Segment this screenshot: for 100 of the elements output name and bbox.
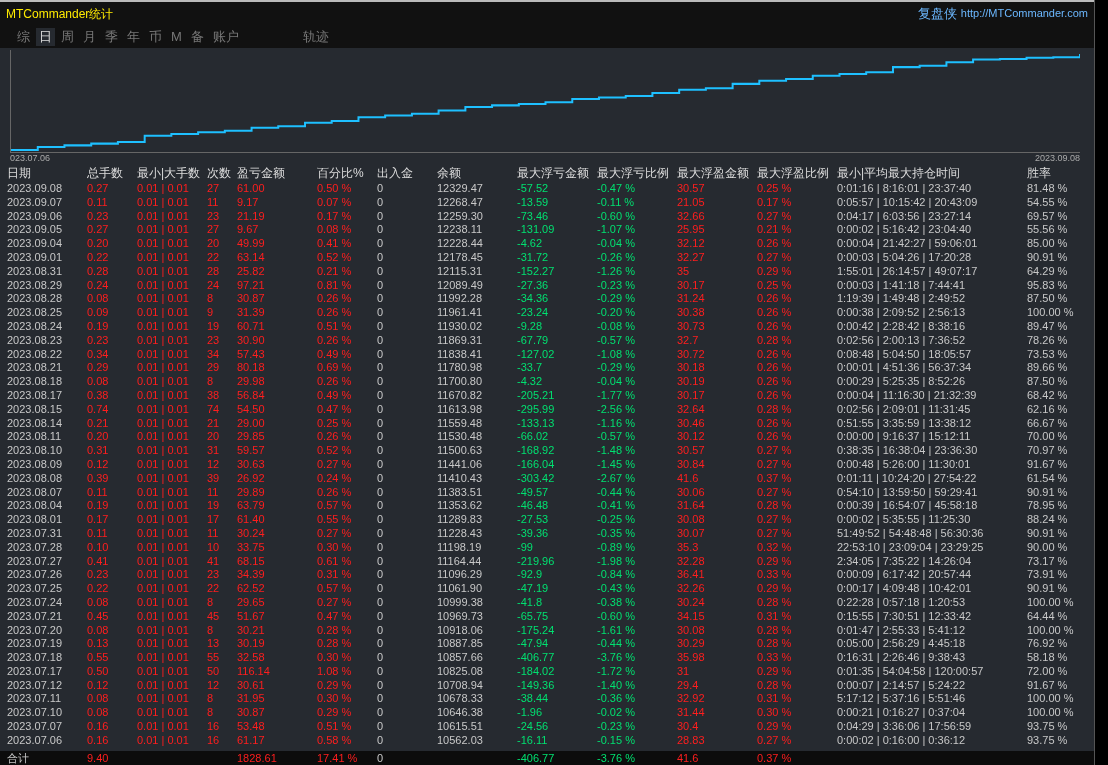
tab[interactable]: 综 [14, 27, 33, 46]
table-cell-text: 41.6 [677, 471, 700, 486]
table-cell-text: 11613.98 [437, 402, 484, 417]
table-cell-text: 0.11 [87, 485, 109, 500]
column-header: 胜率 [1027, 165, 1052, 182]
table-cell-text: 70.97 % [1027, 444, 1069, 458]
table-cell-text: 12 [207, 678, 221, 693]
tab[interactable]: 账户 [209, 27, 242, 46]
table-cell-text: 59.57 [237, 444, 266, 458]
tab[interactable]: 年 [124, 27, 143, 46]
tab[interactable]: 周 [58, 27, 77, 46]
table-cell-text: 2023.07.25 [7, 582, 64, 596]
table-cell-text: 11961.41 [437, 306, 484, 320]
table-cell-text: 2023.09.07 [7, 195, 64, 210]
tab[interactable]: 备 [187, 27, 207, 46]
table-cell-text: 0:00:04 | 11:16:30 | 21:32:39 [837, 388, 978, 403]
table-cell-text: 45 [207, 609, 221, 624]
table-cell-text: 0.27 % [757, 733, 793, 748]
table-cell-text: 11164.44 [437, 554, 483, 569]
table-cell-text: 0:04:29 | 3:36:06 | 17:56:59 [837, 720, 973, 734]
table-cell-text: 90.91 % [1027, 582, 1069, 596]
table-cell-text: 10615.51 [437, 720, 484, 734]
table-cell-text: 51.67 [237, 609, 266, 624]
table-cell-text: 0.01 | 0.01 [137, 209, 190, 224]
table-cell-text: 0.13 [87, 637, 110, 652]
table-cell-text: 0.01 | 0.01 [137, 664, 190, 679]
table-cell-text: -0.25 % [597, 513, 636, 527]
table-cell-text: 0.24 [87, 278, 110, 293]
tab[interactable]: 季 [102, 27, 121, 46]
tab[interactable]: 日 [36, 27, 55, 46]
table-cell-text: 0.01 | 0.01 [137, 347, 190, 362]
table-cell-text: 0.01 | 0.01 [137, 568, 190, 583]
table-cell-text: -57.52 [517, 182, 550, 196]
table-cell-text: 0 [377, 706, 385, 721]
table-cell-text: 0:00:02 | 0:16:00 | 0:36:12 [837, 733, 967, 748]
table-cell-text: 12329.47 [437, 182, 484, 196]
table-cell-text: 11096.29 [437, 568, 484, 583]
table-cell-text: 80.18 [237, 361, 266, 376]
window-title: MTCommander统计 [6, 5, 114, 23]
table-cell-text: 0.29 % [317, 706, 353, 721]
table-cell-text: 0:00:00 | 9:16:37 | 15:12:11 [837, 430, 972, 445]
table-cell-text: 0.26 % [317, 306, 353, 320]
table-cell-text: 0.01 | 0.01 [137, 554, 190, 569]
table-cell-text: -39.36 [517, 526, 550, 541]
table-cell-text: 91.67 % [1027, 457, 1069, 472]
table-cell-text: -0.57 % [597, 430, 636, 445]
column-header: 总手数 [87, 165, 124, 182]
table-cell-text: 87.50 % [1027, 375, 1069, 389]
table-cell-text: 0.33 % [757, 568, 793, 583]
table-cell-text: 0.07 % [317, 195, 353, 210]
table-cell-text: 0.21 % [317, 264, 353, 279]
table-cell-text: -219.96 [517, 554, 556, 569]
table-cell-text: 63.79 [237, 499, 266, 514]
tab[interactable]: M [168, 27, 185, 46]
table-cell-text: 0 [377, 457, 385, 472]
table-cell-text: -92.9 [517, 568, 544, 583]
table-cell-text: -1.98 % [597, 554, 636, 569]
tab[interactable]: 轨迹 [299, 27, 332, 46]
table-cell-text: 16 [207, 733, 221, 748]
column-header: 最大浮盈金额 [677, 165, 750, 182]
table-cell-text: 70.00 % [1027, 430, 1069, 445]
table-cell-text: 2023.07.07 [7, 720, 64, 734]
table-cell-text: 0 [377, 223, 385, 238]
table-cell-text: 31 [677, 664, 691, 679]
table-cell-text: -1.72 % [597, 664, 636, 679]
table-cell-text: 0.11 [87, 195, 109, 210]
table-cell-text: 0.28 [87, 264, 110, 279]
table-cell-text: 0:54:10 | 13:59:50 | 59:29:41 [837, 485, 979, 500]
table-cell-text: 0 [377, 733, 385, 748]
table-cell-text: 2023.08.11 [7, 430, 63, 445]
column-header: 日期 [7, 165, 32, 182]
table-cell-text: 25.82 [237, 264, 266, 279]
tab[interactable]: 币 [146, 27, 165, 46]
table-cell-text: 29 [207, 361, 221, 376]
table-cell-text: 11838.41 [437, 347, 484, 362]
table-cell-text: 20 [207, 430, 221, 445]
table-cell-text: -67.79 [517, 333, 550, 348]
table-cell-text: -1.07 % [597, 223, 636, 238]
table-cell-text: 73.17 % [1027, 554, 1069, 569]
table-cell-text: 0 [377, 375, 385, 389]
table-cell-text: 68.15 [237, 554, 266, 569]
table-cell-text: -1.96 [517, 706, 544, 721]
table-cell-text: 0 [377, 444, 385, 458]
table-cell-text: 1.08 % [317, 664, 353, 679]
table-cell-text: 1:55:01 | 26:14:57 | 49:07:17 [837, 264, 979, 279]
tab[interactable]: 月 [80, 27, 99, 46]
column-header: 出入金 [377, 165, 414, 182]
table-cell-text: 81.48 % [1027, 182, 1069, 196]
table-cell-text: -0.44 % [597, 637, 636, 652]
table-cell-text: 31.64 [677, 499, 706, 514]
table-cell-text: -133.13 [517, 416, 556, 431]
table-cell-text: 0.37 % [757, 471, 793, 486]
table-cell-text: 0.74 [87, 402, 110, 417]
total-cell-text: 17.41 % [317, 751, 359, 765]
table-cell-text: 0.50 [87, 664, 110, 679]
table-cell-text: 116.14 [237, 664, 271, 679]
table-cell-text: 30.24 [237, 526, 266, 541]
table-cell-text: 0 [377, 540, 385, 555]
website-link[interactable]: http://MTCommander.com [960, 5, 1088, 22]
table-cell-text: 0 [377, 209, 385, 224]
